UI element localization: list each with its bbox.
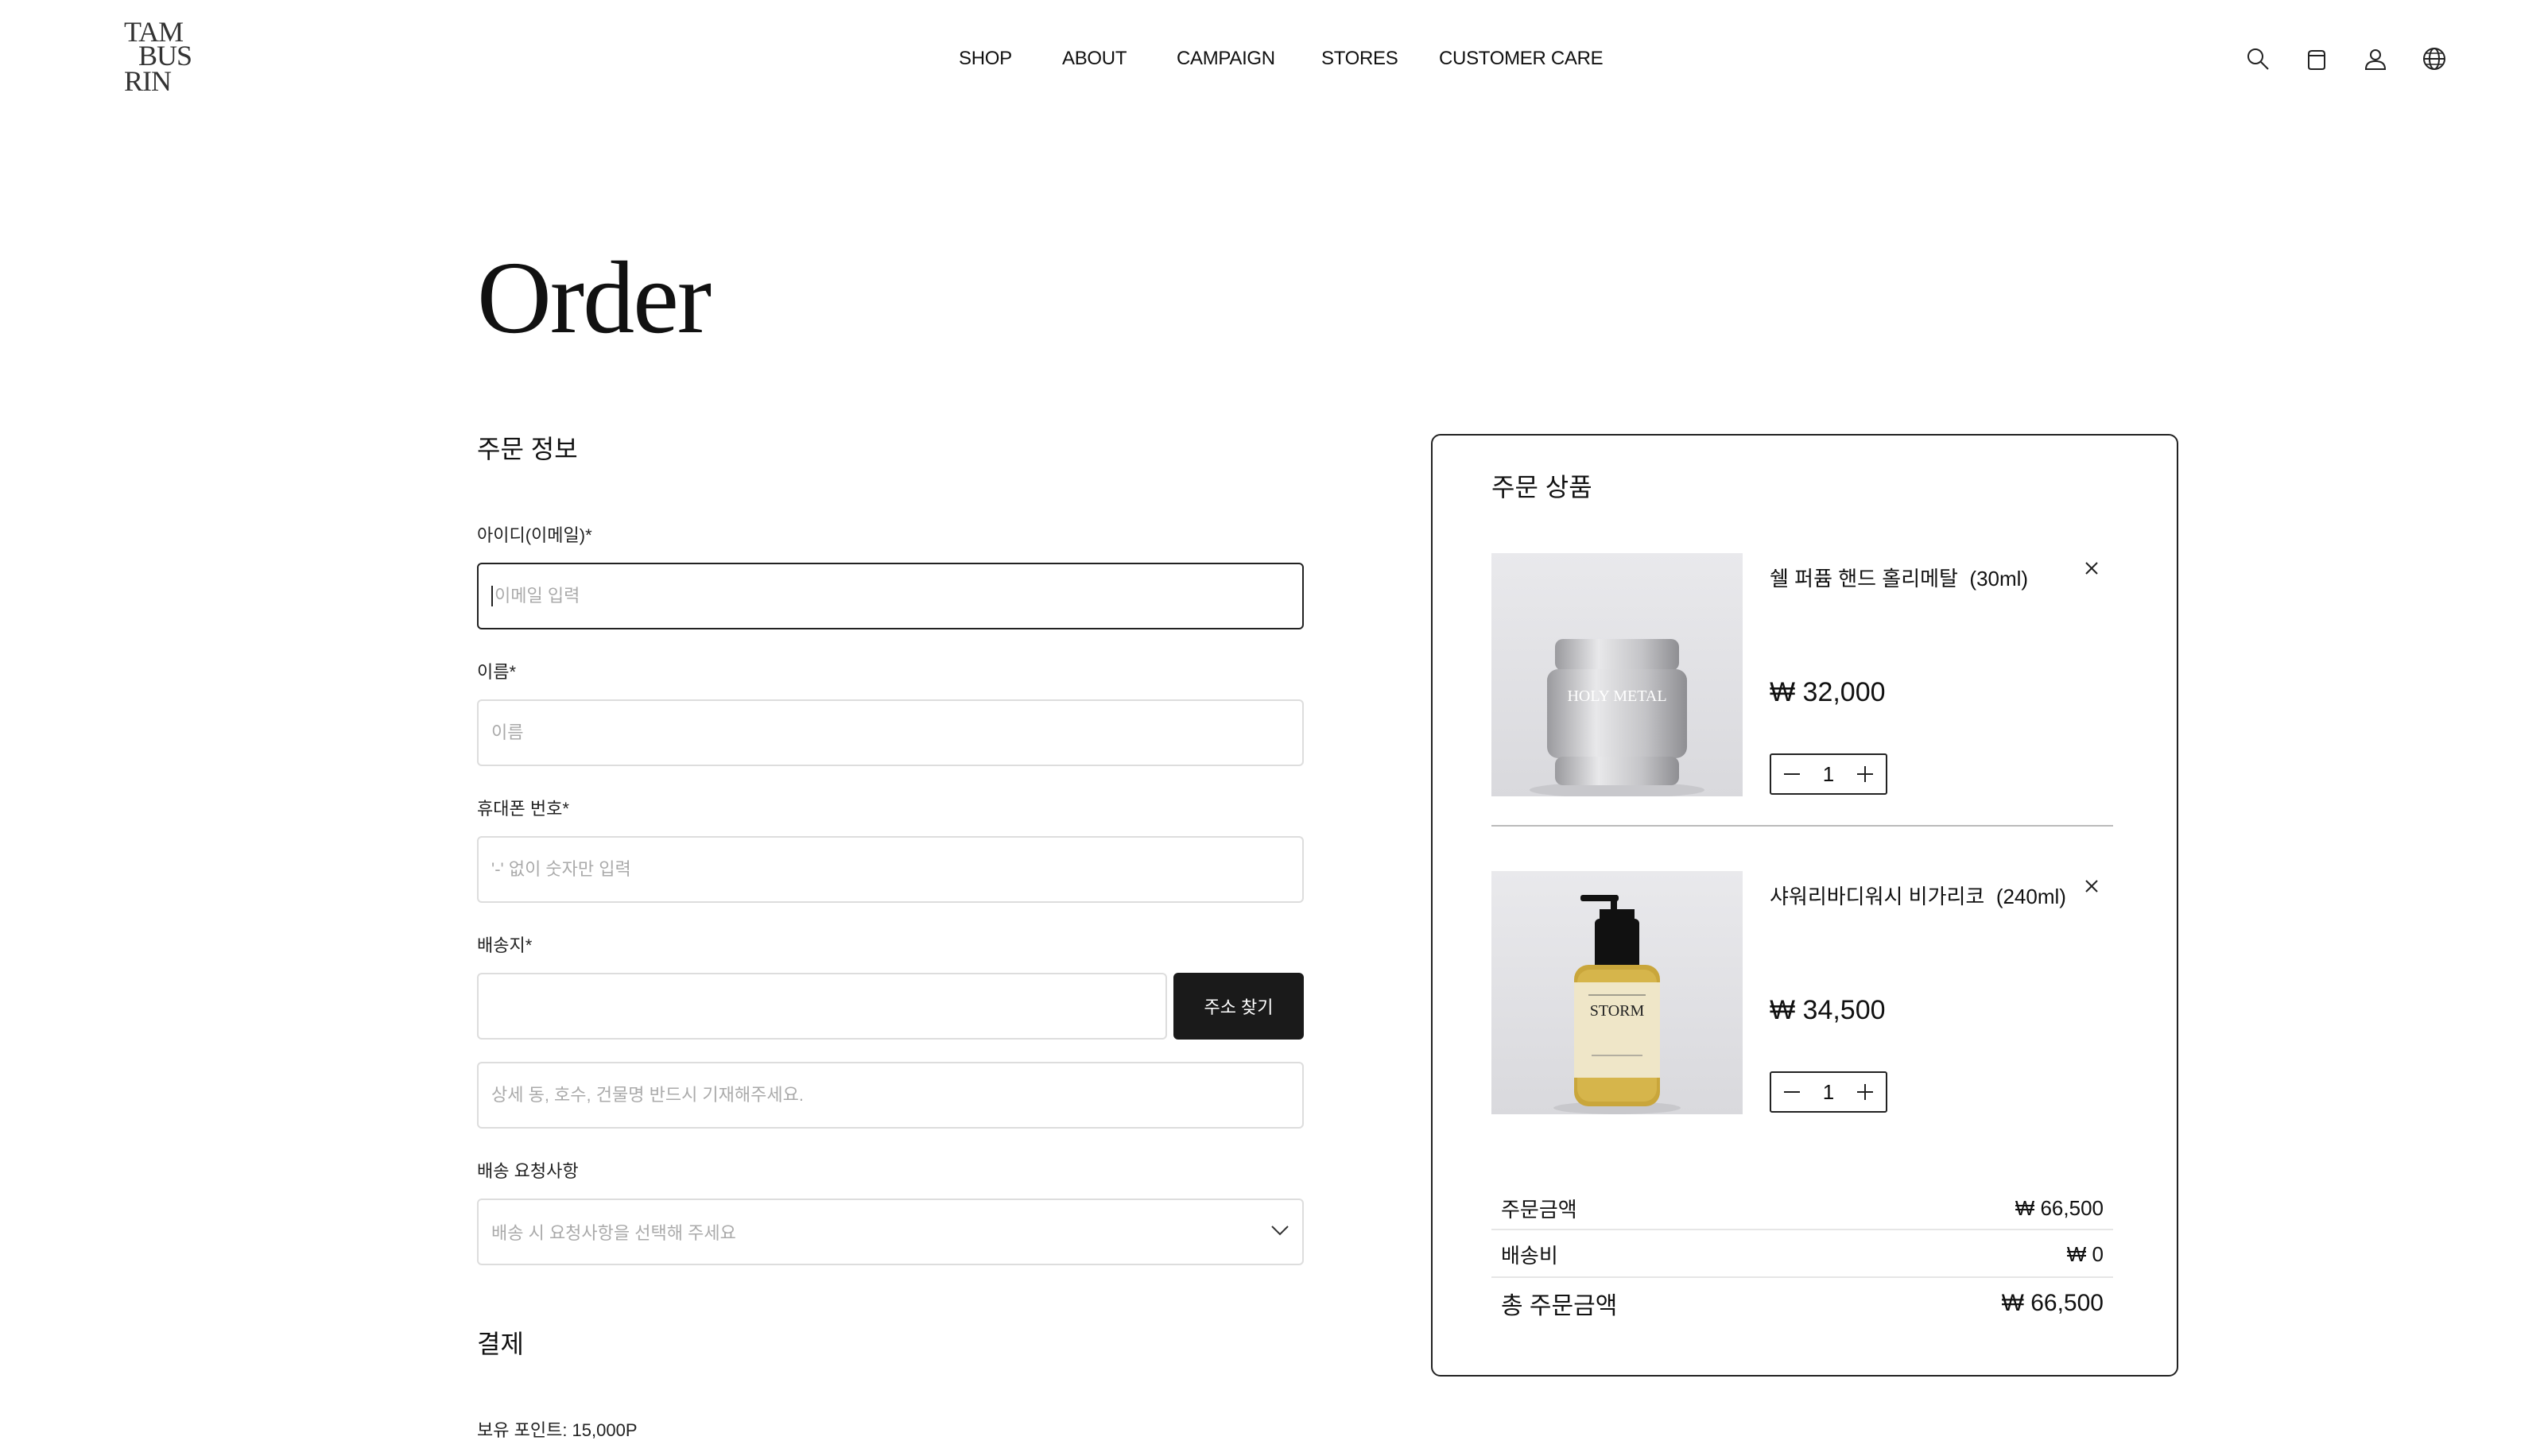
total-row: 총 주문금액 ₩ 66,500 [1491,1280,2113,1327]
total-value: ₩ 66,500 [2001,1290,2104,1316]
shipping-label: 배송비 [1501,1243,1558,1268]
quantity-stepper: 1 [1770,1071,1887,1113]
subtotal-label: 주문금액 [1501,1197,1577,1222]
minus-icon[interactable] [1781,1081,1803,1103]
chevron-down-icon [1270,1225,1289,1240]
minus-icon[interactable] [1781,763,1803,785]
quantity-stepper: 1 [1770,753,1887,795]
order-summary-panel: 주문 상품 HOLY METAL 쉘 퍼퓸 핸드 홀리메탈 (30ml) ₩ 3… [1431,434,2178,1377]
product-price: ₩ 32,000 [1770,677,1886,707]
nav-stores[interactable]: STORES [1321,48,1398,70]
plus-icon[interactable] [1854,1081,1876,1103]
close-icon [2085,562,2098,575]
cart-heading: 주문 상품 [1491,473,1592,501]
delivery-request-label: 배송 요청사항 [477,1161,579,1181]
plus-icon[interactable] [1854,763,1876,785]
cart-item: HOLY METAL 쉘 퍼퓸 핸드 홀리메탈 (30ml) ₩ 32,000 … [1491,553,2113,800]
email-field[interactable] [477,563,1304,629]
name-label: 이름* [477,662,517,682]
shipping-value: ₩ 0 [2066,1241,2104,1266]
name-field[interactable] [477,699,1304,766]
site-header: TAM BUS RIN SHOP ABOUT CAMPAIGN STORES C… [0,0,2544,119]
address-field[interactable] [477,973,1167,1040]
summary-divider [1491,1276,2113,1278]
remove-item-button[interactable] [2080,874,2104,898]
total-label: 총 주문금액 [1501,1293,1618,1319]
phone-label: 휴대폰 번호* [477,799,569,819]
phone-input[interactable] [491,859,1289,880]
product-label: HOLY METAL [1567,687,1666,705]
quantity-value: 1 [1822,1079,1835,1104]
product-name: 쉘 퍼퓸 핸드 홀리메탈 (30ml) [1770,567,2029,591]
nav-campaign[interactable]: CAMPAIGN [1177,48,1275,70]
address-detail-input[interactable] [491,1085,1289,1106]
brand-logo[interactable]: TAM BUS RIN [124,17,200,103]
subtotal-value: ₩ 66,500 [2015,1195,2104,1220]
product-label: STORM [1590,1002,1645,1020]
cart-icon[interactable] [2302,45,2331,73]
product-price: ₩ 34,500 [1770,995,1886,1025]
delivery-request-select[interactable]: 배송 시 요청사항을 선택해 주세요 [477,1198,1304,1265]
product-image[interactable]: HOLY METAL [1491,553,1743,796]
address-label: 배송지* [477,935,533,955]
order-info-heading: 주문 정보 [477,435,578,463]
nav-about[interactable]: ABOUT [1062,48,1127,70]
page-title: Order [477,241,712,355]
address-input[interactable] [491,996,1153,1016]
payment-heading: 결제 [477,1330,524,1358]
email-label: 아이디(이메일)* [477,525,592,545]
delivery-request-placeholder: 배송 시 요청사항을 선택해 주세요 [491,1223,736,1243]
close-icon [2085,880,2098,893]
account-icon[interactable] [2361,45,2390,73]
product-image[interactable]: STORM [1491,871,1743,1114]
subtotal-row: 주문금액 ₩ 66,500 [1491,1186,2113,1230]
cart-item: STORM 샤워리바디워시 비가리코 (240ml) ₩ 34,500 1 [1491,871,2113,1117]
summary-divider [1491,1229,2113,1230]
globe-icon[interactable] [2420,45,2449,73]
shipping-row: 배송비 ₩ 0 [1491,1232,2113,1276]
phone-field[interactable] [477,836,1304,903]
name-input[interactable] [491,722,1289,743]
remove-item-button[interactable] [2080,556,2104,580]
nav-customer-care[interactable]: CUSTOMER CARE [1439,48,1604,70]
address-detail-field[interactable] [477,1062,1304,1129]
address-search-button[interactable]: 주소 찾기 [1173,973,1304,1040]
points-label: 보유 포인트: 15,000P [477,1420,638,1440]
quantity-value: 1 [1822,761,1835,786]
item-divider [1491,825,2113,827]
email-input[interactable] [491,586,1289,606]
search-icon[interactable] [2243,45,2272,73]
product-name: 샤워리바디워시 비가리코 (240ml) [1770,885,2066,908]
nav-shop[interactable]: SHOP [959,48,1012,70]
